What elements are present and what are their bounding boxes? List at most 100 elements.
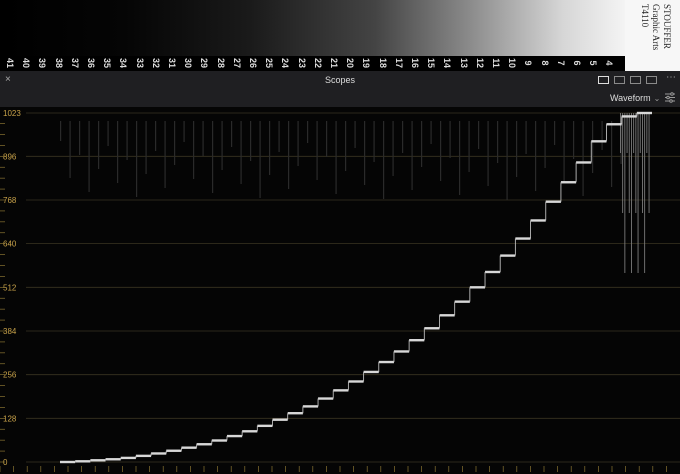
- y-tick-label: 512: [3, 283, 17, 292]
- step-number: 37: [69, 57, 80, 68]
- waveform-step: [378, 360, 394, 364]
- step-number: 24: [280, 57, 291, 68]
- noise-stripe: [259, 121, 261, 198]
- waveform-step: [606, 123, 622, 126]
- highlight-stripe: [644, 113, 646, 273]
- step-number: 10: [507, 57, 518, 68]
- noise-stripe: [383, 121, 385, 199]
- highlight-stripe: [642, 113, 643, 213]
- step-number: 28: [215, 57, 226, 68]
- gray-step-gradient: [0, 0, 625, 56]
- waveform-step: [60, 460, 76, 464]
- noise-stripe: [202, 121, 204, 156]
- waveform-step: [545, 200, 561, 203]
- settings-sliders-icon[interactable]: [664, 92, 676, 103]
- step-wedge-target: 41 40 39 38 37 36 35 34 33 32 31 30 29 28 27 26 25 24 23 22…: [0, 0, 680, 71]
- waveform-step: [515, 237, 531, 240]
- waveform-step: [90, 459, 106, 462]
- noise-stripe: [554, 121, 556, 145]
- noise-stripe: [164, 121, 166, 188]
- step-number: 36: [86, 57, 96, 68]
- waveform-step: [530, 219, 546, 222]
- y-tick-label: 256: [3, 371, 17, 380]
- layout-triple-icon[interactable]: [630, 76, 641, 84]
- step-number: 9: [523, 60, 534, 66]
- scope-toolbar: [0, 89, 680, 107]
- y-tick-label: 128: [3, 414, 17, 423]
- step-number: 41: [5, 57, 15, 68]
- more-options-icon[interactable]: ⋯: [666, 72, 676, 83]
- noise-stripe: [411, 121, 413, 190]
- step-number: 31: [167, 57, 177, 68]
- noise-stripe: [592, 121, 594, 173]
- step-number: 11: [491, 58, 501, 68]
- noise-stripe: [506, 121, 508, 200]
- noise-stripe: [459, 121, 461, 195]
- waveform-scope: 0 128 256 384 512 640 768 896 1023: [0, 109, 680, 472]
- layout-single-icon[interactable]: [598, 76, 609, 84]
- noise-stripe: [193, 121, 195, 179]
- waveform-step: [393, 350, 410, 353]
- layout-quad-icon[interactable]: [646, 76, 657, 84]
- noise-stripe: [221, 121, 223, 170]
- waveform-step: [302, 405, 319, 408]
- noise-stripe: [535, 121, 537, 191]
- scope-type-dropdown[interactable]: Waveform ⌄: [610, 93, 660, 103]
- waveform-step: [454, 300, 470, 303]
- waveform-step: [636, 111, 652, 115]
- step-number: 17: [393, 57, 404, 68]
- waveform-step: [120, 456, 136, 460]
- waveform-step: [196, 443, 212, 446]
- noise-stripe: [316, 121, 318, 180]
- noise-stripe: [107, 121, 109, 146]
- waveform-step: [211, 439, 227, 442]
- highlight-stripe: [624, 113, 626, 273]
- waveform-step: [621, 115, 637, 118]
- highlight-stripe: [635, 113, 637, 213]
- noise-stripe: [544, 121, 546, 168]
- step-number: 20: [345, 57, 356, 68]
- waveform-step: [135, 454, 152, 458]
- highlight-stripe: [648, 113, 650, 213]
- step-number: 23: [296, 57, 307, 68]
- step-number: 35: [102, 57, 113, 68]
- step-number: 8: [539, 60, 550, 66]
- waveform-step: [272, 418, 288, 421]
- waveform-y-ticks: 0 128 256 384 512 640 768 896 1023: [0, 109, 667, 472]
- step-number: 22: [312, 57, 323, 68]
- step-number: 21: [329, 57, 339, 68]
- step-number: 5: [588, 60, 599, 66]
- step-number: 16: [410, 57, 420, 68]
- noise-stripe: [487, 121, 489, 186]
- step-number: 33: [134, 57, 145, 68]
- highlight-stripe: [628, 113, 630, 213]
- layout-split-icon[interactable]: [614, 76, 625, 84]
- noise-stripe: [98, 121, 100, 169]
- noise-stripe: [326, 121, 328, 157]
- waveform-step: [333, 389, 349, 392]
- noise-stripe: [117, 121, 119, 183]
- waveform-step: [226, 434, 243, 438]
- waveform-step: [348, 380, 364, 383]
- highlight-stripe: [620, 113, 621, 153]
- step-number: 30: [183, 57, 194, 68]
- waveform-step: [257, 424, 273, 428]
- y-tick-label: 896: [3, 152, 17, 161]
- noise-stripe: [364, 121, 366, 185]
- noise-stripe: [497, 121, 499, 163]
- waveform-grid: [26, 112, 680, 463]
- noise-stripe: [525, 121, 527, 154]
- step-number: 19: [361, 57, 372, 68]
- noise-stripe: [421, 121, 423, 167]
- noise-stripe: [288, 121, 290, 189]
- noise-stripe: [516, 121, 518, 177]
- step-number: 4: [604, 60, 615, 66]
- target-brand-text: STOUFFER Graphic Arts T4110: [630, 4, 672, 66]
- y-tick-label: 0: [3, 458, 8, 467]
- noise-stripe: [440, 121, 442, 181]
- noise-stripe: [231, 121, 233, 147]
- waveform-step: [105, 458, 121, 461]
- brand-line: Graphic Arts: [651, 4, 661, 51]
- waveform-step: [242, 430, 258, 433]
- waveform-step: [409, 339, 425, 342]
